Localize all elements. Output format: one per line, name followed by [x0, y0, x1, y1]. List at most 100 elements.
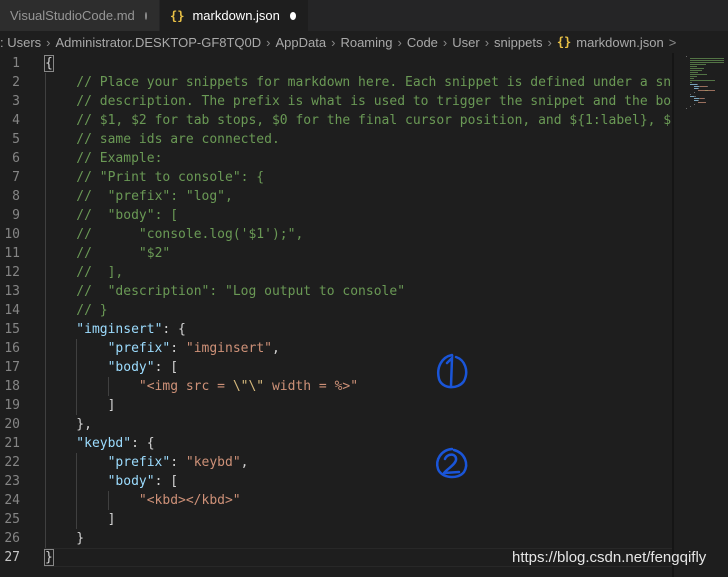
- line-number: 4: [12, 113, 20, 128]
- chevron-right-icon: ›: [266, 34, 271, 50]
- indent-guide: [45, 73, 46, 92]
- breadcrumb-snippets[interactable]: snippets: [494, 35, 542, 50]
- annotation-circled-2-icon: [436, 447, 468, 479]
- code-line[interactable]: 5 // same ids are connected.: [0, 130, 672, 149]
- minimap-line: [686, 108, 687, 109]
- minimap-line: [696, 84, 699, 85]
- minimap-line: [700, 86, 707, 87]
- code-line[interactable]: 6 // Example:: [0, 149, 672, 168]
- code-line[interactable]: 26}: [0, 529, 672, 548]
- line-number: 2: [12, 75, 20, 90]
- line-number: 3: [12, 94, 20, 109]
- code-text: "<img src = \"\" width = %>": [139, 377, 358, 396]
- tab-markdown-json[interactable]: {} markdown.json: [160, 0, 308, 31]
- code-line[interactable]: 1{: [0, 54, 672, 73]
- code-token: : {: [162, 322, 186, 337]
- code-token: // same ids are connected.: [76, 132, 280, 147]
- code-text: // ],: [76, 263, 123, 282]
- minimap[interactable]: [672, 53, 728, 577]
- indent-guide: [107, 491, 109, 510]
- indent-guide: [45, 244, 46, 263]
- breadcrumb-code[interactable]: Code: [407, 35, 438, 50]
- indent-guide: [45, 510, 46, 529]
- tab-visualstudiocode-md[interactable]: VisualStudioCode.md: [0, 0, 160, 31]
- indent-guide: [45, 358, 46, 377]
- code-token: // "prefix": "log",: [76, 189, 233, 204]
- code-line[interactable]: 14 // }: [0, 301, 672, 320]
- code-line[interactable]: 16 "prefix": "imginsert",: [0, 339, 672, 358]
- minimap-line: [706, 86, 708, 87]
- minimap-line: [690, 78, 694, 79]
- code-line[interactable]: 13 // "description": "Log output to conso…: [0, 282, 672, 301]
- line-number: 12: [4, 265, 20, 280]
- tab-label: markdown.json: [192, 8, 280, 23]
- indent-guide: [45, 111, 46, 130]
- code-token: : {: [131, 436, 155, 451]
- code-text: "body": [: [108, 472, 178, 491]
- minimap-line: [690, 72, 698, 73]
- code-line[interactable]: 25]: [0, 510, 672, 529]
- minimap-line: [690, 66, 697, 67]
- code-line[interactable]: 11 // "$2": [0, 244, 672, 263]
- indent-guide: [76, 396, 78, 415]
- unsaved-dot-icon[interactable]: [144, 11, 147, 20]
- indent-guide: [107, 377, 109, 396]
- minimap-line: [690, 64, 706, 65]
- code-line[interactable]: 20},: [0, 415, 672, 434]
- breadcrumb-file[interactable]: markdown.json: [576, 35, 663, 50]
- line-number: 20: [4, 417, 20, 432]
- code-token: ,: [271, 341, 280, 356]
- code-line[interactable]: 15 "imginsert": {: [0, 320, 672, 339]
- chevron-right-icon: ›: [442, 34, 448, 50]
- chevron-right-icon: ›: [397, 34, 402, 50]
- indent-guide: [45, 92, 46, 111]
- line-number: 7: [12, 170, 20, 185]
- code-line[interactable]: 10 // "console.log('$1');",: [0, 225, 672, 244]
- code-line[interactable]: 3 // description. The prefix is what is u…: [0, 92, 687, 111]
- breadcrumb-tail: >: [668, 34, 677, 50]
- breadcrumb-user[interactable]: User: [452, 35, 479, 50]
- code-token: // Example:: [76, 151, 163, 166]
- line-number: 5: [12, 132, 20, 147]
- code-line[interactable]: 24 "<kbd></kbd>": [0, 491, 672, 510]
- code-token: "<img src =: [138, 379, 233, 394]
- code-token: "keybd": [76, 436, 132, 451]
- code-line[interactable]: 7 // "Print to console": {: [0, 168, 672, 187]
- breadcrumb-users[interactable]: : Users: [0, 35, 41, 50]
- json-braces-icon: {}: [556, 35, 572, 49]
- code-token: "body": [107, 474, 155, 489]
- breadcrumb-administrator[interactable]: Administrator.DESKTOP-GF8TQ0D: [56, 35, 262, 50]
- chevron-right-icon: ›: [547, 34, 552, 50]
- breadcrumb-roaming[interactable]: Roaming: [340, 35, 392, 50]
- watermark: https://blog.csdn.net/fengqifly: [512, 549, 707, 566]
- code-line[interactable]: 12 // ],: [0, 263, 672, 282]
- code-line[interactable]: 17 "body": [: [0, 358, 672, 377]
- code-token: // Place your snippets for markdown here…: [76, 75, 687, 90]
- code-text: ]: [108, 510, 116, 529]
- unsaved-dot-icon[interactable]: [289, 11, 296, 20]
- code-token: "imginsert": [185, 341, 272, 356]
- code-line[interactable]: 19]: [0, 396, 672, 415]
- breadcrumb: : Users › Administrator.DESKTOP-GF8TQ0D …: [0, 31, 728, 53]
- minimap-line: [690, 106, 691, 107]
- code-line[interactable]: 21 "keybd": {: [0, 434, 672, 453]
- code-line[interactable]: 23 "body": [: [0, 472, 672, 491]
- code-line[interactable]: 4 // $1, $2 for tab stops, $0 for the fin…: [0, 111, 687, 130]
- code-line[interactable]: 8 // "prefix": "log",: [0, 187, 672, 206]
- code-text: // same ids are connected.: [76, 130, 280, 149]
- code-text: }: [76, 529, 84, 548]
- code-editor[interactable]: 1{ 2 // Place your snippets for markdown h…: [0, 53, 687, 577]
- minimap-line: [690, 74, 708, 75]
- code-line[interactable]: 22 "prefix": "keybd",: [0, 453, 672, 472]
- indent-guide: [76, 491, 78, 510]
- breadcrumb-appdata[interactable]: AppData: [276, 35, 327, 50]
- code-line[interactable]: 9 // "body": [: [0, 206, 672, 225]
- code-text: "prefix": "imginsert",: [108, 339, 280, 358]
- code-text: // }: [76, 301, 107, 320]
- line-number: 22: [4, 455, 20, 470]
- code-line[interactable]: 2 // Place your snippets for markdown her…: [0, 73, 687, 92]
- code-token: // ],: [76, 265, 124, 280]
- line-number: 13: [4, 284, 20, 299]
- code-line[interactable]: 18 "<img src = \"\" width = %>": [0, 377, 672, 396]
- line-number: 8: [12, 189, 20, 204]
